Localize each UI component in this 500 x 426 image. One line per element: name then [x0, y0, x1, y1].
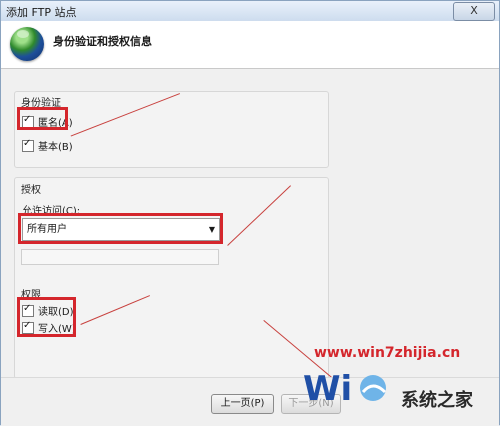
watermark-brand: 系统之家 — [401, 390, 473, 411]
highlight-box — [17, 107, 68, 130]
watermark-logo-icon: Wi — [303, 369, 387, 406]
page-title: 身份验证和授权信息 — [53, 35, 152, 48]
checkbox-checked-icon[interactable] — [22, 138, 34, 152]
highlight-box — [18, 213, 223, 244]
authorization-title: 授权 — [21, 185, 41, 196]
svg-text:Wi: Wi — [303, 369, 352, 406]
close-button[interactable]: X — [453, 2, 495, 21]
dialog-window: 添加 FTP 站点 X 身份验证和授权信息 身份验证 匿名(A) 基本(B) 授… — [0, 0, 500, 426]
basic-checkbox[interactable]: 基本(B) — [22, 138, 73, 153]
watermark-url: www.win7zhijia.cn — [314, 345, 461, 361]
window-title: 添加 FTP 站点 — [6, 6, 77, 19]
previous-button[interactable]: 上一页(P) — [211, 394, 274, 414]
basic-label: 基本(B) — [38, 142, 73, 153]
highlight-box — [17, 297, 76, 337]
wizard-header: 身份验证和授权信息 — [1, 21, 499, 69]
globe-icon — [10, 27, 44, 61]
user-field[interactable] — [21, 249, 219, 265]
title-bar: 添加 FTP 站点 X — [1, 1, 499, 22]
